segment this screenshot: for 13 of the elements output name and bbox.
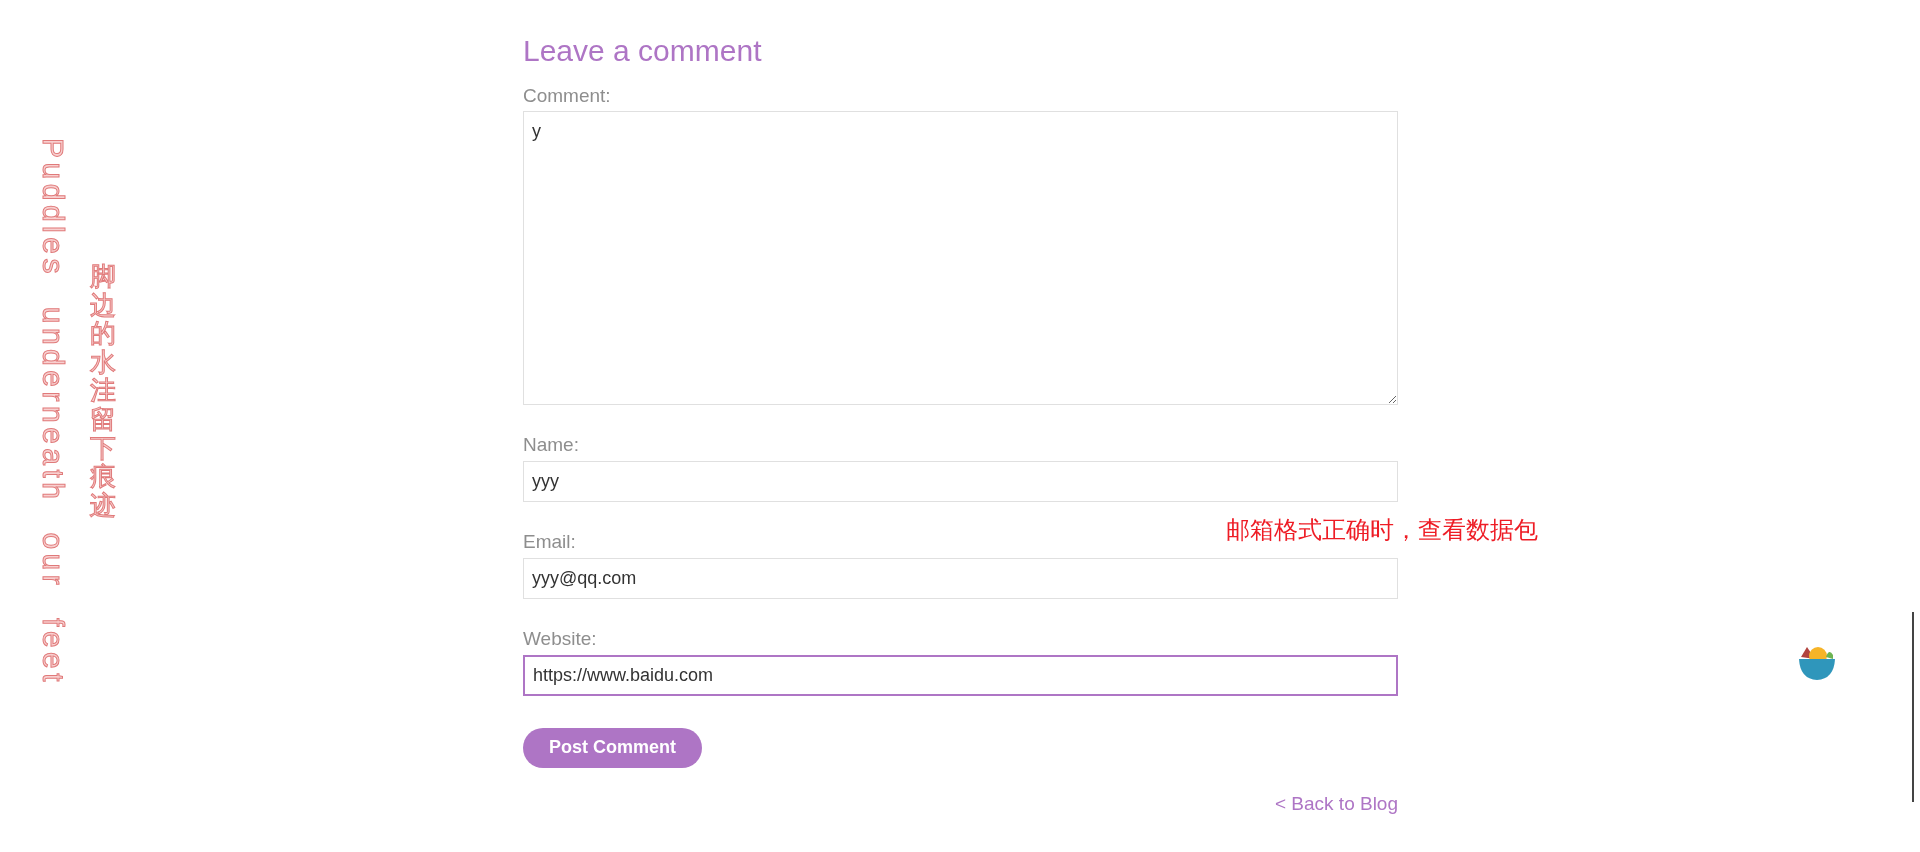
input-field[interactable]: yyy@qq.com [523, 557, 1398, 599]
field-label: Email: [523, 530, 576, 554]
comment-field[interactable]: y [523, 111, 1398, 406]
field-label: Comment: [523, 83, 611, 108]
input-field[interactable]: https://www.baidu.com [523, 654, 1398, 696]
form-title: Leave a comment [523, 33, 763, 69]
field-label: Name: [523, 433, 579, 457]
field-label: Website: [523, 626, 597, 651]
back-to-blog-link[interactable]: < Back to Blog [1274, 789, 1398, 818]
input-field[interactable]: yyy [523, 461, 1398, 502]
annotation-note: 邮箱格式正确时，查看数据包 [1226, 515, 1538, 546]
vertical-slogan: 脚边的水洼留下痕迹 [90, 262, 116, 520]
vertical-slogan: Puddles underneath our feet [38, 138, 68, 687]
